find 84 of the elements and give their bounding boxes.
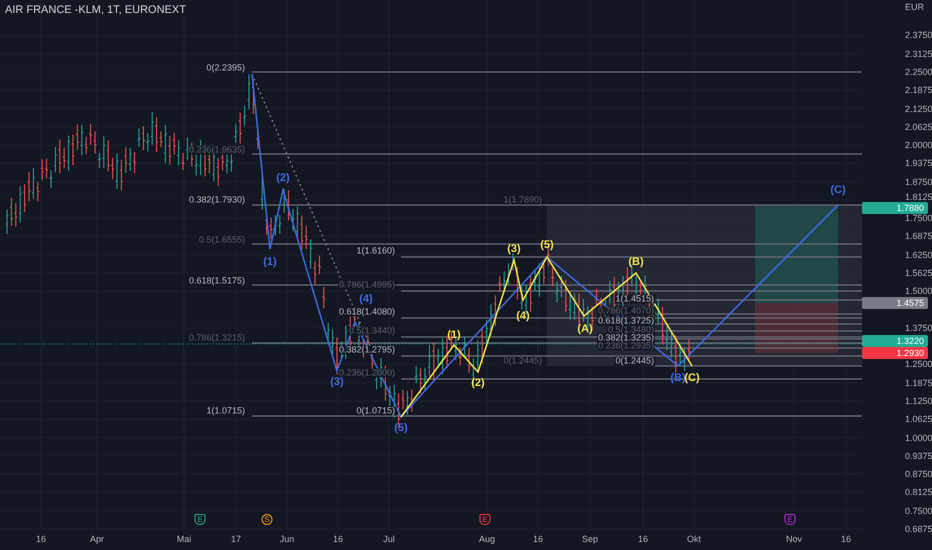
wave-label: (B): [628, 256, 644, 268]
price-axis-label: 1.3750: [905, 322, 932, 333]
price-axis-label: 1.6250: [905, 250, 932, 260]
fib-level-label: 0(2.2395): [205, 64, 246, 72]
currency-label: EUR: [905, 2, 924, 12]
fib-level-label: 0.236(1.2000): [338, 368, 396, 378]
wave-label: (5): [540, 239, 554, 251]
time-axis-label: Sep: [582, 534, 598, 544]
price-axis-label: 1.1875: [905, 378, 932, 388]
fib-level-label: 1(1.0715): [205, 406, 246, 416]
fib-level-label: 0.382(1.7930): [188, 196, 246, 204]
price-axis-label: 1.9375: [905, 158, 932, 168]
fib-level-label: 0.236(1.9635): [188, 146, 246, 154]
price-axis-label: 1.5625: [905, 268, 932, 278]
wave-label: (5): [394, 422, 408, 434]
price-axis-label: 2.3750: [905, 30, 932, 40]
price-axis-label: 1.2500: [905, 359, 932, 370]
price-axis-label: 2.0625: [905, 122, 932, 132]
time-axis-label: Jul: [383, 534, 395, 544]
fib-level-label: 0(1.0715): [355, 406, 396, 416]
event-marker: E: [480, 514, 490, 525]
time-axis-label: Nov: [786, 534, 802, 544]
time-axis-label: 17: [231, 534, 241, 544]
price-axis-label: 0.9375: [905, 450, 932, 461]
price-axis-label: 1.5000: [905, 286, 932, 296]
fib-level-label: 0.786(1.4070): [596, 306, 655, 316]
price-axis-label: 0.6875: [905, 524, 932, 534]
time-axis-label: 16: [533, 534, 543, 544]
wave-label: (C): [684, 372, 700, 384]
time-axis-label: Jun: [280, 534, 294, 544]
price-axis-label: 1.0625: [905, 414, 932, 424]
event-marker: S: [262, 514, 272, 525]
price-axis-label: 0.7500: [905, 506, 932, 516]
price-axis-label: 0.8750: [905, 469, 932, 480]
fib-level-label: 0.5(1.6555): [198, 236, 246, 244]
time-axis-label: Aug: [479, 534, 495, 544]
fib-level-label: 0.236(1.2935): [596, 342, 655, 350]
time-axis-label: 16: [841, 534, 851, 544]
price-axis-label: 2.3125: [905, 48, 932, 59]
wave-label: (2): [276, 172, 290, 184]
fib-level-label: 0(1.2445): [502, 356, 543, 366]
chart-title: AIR FRANCE -KLM, 1T, EURONEXT: [5, 4, 186, 16]
price-tag: 1.7880: [862, 202, 928, 214]
fib-level-label: 0.5(1.3440): [348, 326, 396, 336]
price-axis-label: 1.1250: [905, 396, 932, 406]
price-axis-label: 2.0000: [905, 140, 932, 150]
wave-label: (3): [507, 243, 521, 255]
time-axis-label: Okt: [687, 534, 701, 544]
event-marker: E: [194, 514, 206, 525]
fib-level-label: 1(1.7890): [502, 196, 543, 204]
fib-level-label: 0.786(1.4995): [338, 280, 396, 290]
wave-label: (4): [516, 310, 530, 322]
fib-level-label: 1(1.4515): [614, 294, 655, 304]
price-tag: 1.4575: [862, 297, 928, 309]
event-marker: E: [784, 514, 796, 525]
time-axis-label: Apr: [90, 534, 104, 544]
price-axis-label: 2.2500: [905, 67, 932, 77]
price-tag: 1.2930: [862, 347, 928, 359]
fib-level-label: 0.618(1.5175): [188, 276, 246, 286]
time-axis-label: 16: [638, 534, 648, 544]
price-axis-label: 1.0000: [905, 432, 932, 442]
fib-level-label: 0(1.2445): [614, 356, 655, 366]
price-axis-label: 1.8125: [905, 192, 932, 202]
wave-label: (2): [471, 377, 485, 389]
price-axis-label: 2.1250: [905, 104, 932, 114]
time-axis-label: 16: [36, 534, 46, 544]
price-axis-label: 2.1875: [905, 85, 932, 96]
price-axis-label: 1.6875: [905, 231, 932, 242]
time-axis-label: Mai: [176, 534, 192, 544]
price-axis-label: 1.7500: [905, 213, 932, 224]
wave-label: (3): [330, 376, 344, 388]
fib-level-label: 0.786(1.3215): [188, 334, 246, 342]
fib-level-label: 0.618(1.4080): [338, 308, 396, 316]
fib-level-label: 0.618(1.3725): [596, 316, 655, 326]
price-axis-label: 0.8125: [905, 487, 932, 498]
wave-label: (4): [359, 293, 373, 305]
wave-label: (C): [830, 184, 846, 196]
fib-level-label: 0.382(1.2795): [338, 346, 396, 354]
time-axis-label: 16: [333, 534, 343, 544]
price-tag: 1.3220: [862, 335, 928, 347]
wave-label: (1): [263, 256, 277, 268]
wave-label: (B): [670, 372, 686, 384]
price-axis-label: 1.8750: [905, 176, 932, 187]
fib-level-label: 1(1.6160): [355, 246, 396, 256]
